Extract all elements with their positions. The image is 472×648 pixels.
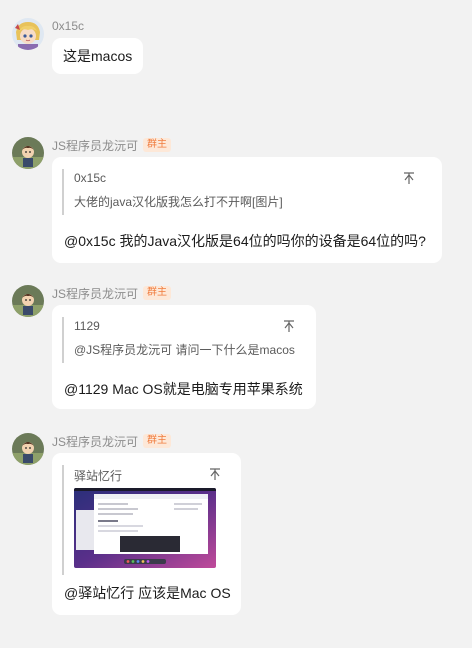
chat-message: JS程序员龙沅可 群主 1129 @JS程序员龙沅可 请问一下什么是macos … xyxy=(0,285,472,411)
sender-name: JS程序员龙沅可 群主 xyxy=(52,285,172,301)
sender-name: JS程序员龙沅可 群主 xyxy=(52,433,172,449)
message-text: @1129 Mac OS就是电脑专用苹果系统 xyxy=(64,381,303,397)
owner-badge: 群主 xyxy=(143,138,172,152)
sender-label: 0x15c xyxy=(52,19,85,33)
pin-icon[interactable] xyxy=(282,319,296,333)
quote-author: 驿站忆行 xyxy=(74,469,123,483)
message-bubble[interactable]: 这是macos xyxy=(52,38,143,74)
sender-name: JS程序员龙沅可 群主 xyxy=(52,137,172,153)
owner-badge: 群主 xyxy=(143,434,172,448)
quote-author: 0x15c xyxy=(74,171,107,185)
message-bubble[interactable]: 0x15c 大佬的java汉化版我怎么打不开啊[图片] @0x15c 我的Jav… xyxy=(52,157,442,263)
message-text: @0x15c 我的Java汉化版是64位的吗你的设备是64位的吗? xyxy=(64,233,426,249)
quote-text: @JS程序员龙沅可 请问一下什么是macos xyxy=(74,343,295,357)
pin-icon[interactable] xyxy=(208,467,222,481)
quoted-message[interactable]: 驿站忆行 xyxy=(62,465,224,575)
sender-label: JS程序员龙沅可 xyxy=(52,434,139,449)
chat-message: JS程序员龙沅可 群主 0x15c 大佬的java汉化版我怎么打不开啊[图片] … xyxy=(0,137,472,263)
quote-text: 大佬的java汉化版我怎么打不开啊[图片] xyxy=(74,195,283,209)
anime-avatar-icon[interactable] xyxy=(12,18,44,50)
message-bubble[interactable]: 1129 @JS程序员龙沅可 请问一下什么是macos @1129 Mac OS… xyxy=(52,305,316,409)
quote-author: 1129 xyxy=(74,319,100,333)
sender-label: JS程序员龙沅可 xyxy=(52,138,139,153)
sender-name: 0x15c xyxy=(52,18,84,34)
quoted-message[interactable]: 0x15c 大佬的java汉化版我怎么打不开啊[图片] xyxy=(62,169,418,215)
chat-message: JS程序员龙沅可 群主 驿站忆行 @驿站忆行 应该是Mac OS xyxy=(0,433,472,617)
message-bubble[interactable]: 驿站忆行 @驿站忆行 应该是Mac OS xyxy=(52,453,241,615)
quoted-message[interactable]: 1129 @JS程序员龙沅可 请问一下什么是macos xyxy=(62,317,296,363)
pin-icon[interactable] xyxy=(402,171,416,185)
sender-label: JS程序员龙沅可 xyxy=(52,286,139,301)
character-avatar-icon[interactable] xyxy=(12,285,44,317)
macos-screenshot-thumbnail[interactable] xyxy=(74,488,216,568)
chat-message: 0x15c 这是macos xyxy=(0,18,472,78)
owner-badge: 群主 xyxy=(143,286,172,300)
character-avatar-icon[interactable] xyxy=(12,433,44,465)
message-text: 这是macos xyxy=(63,48,133,64)
message-text: @驿站忆行 应该是Mac OS xyxy=(64,585,231,601)
character-avatar-icon[interactable] xyxy=(12,137,44,169)
